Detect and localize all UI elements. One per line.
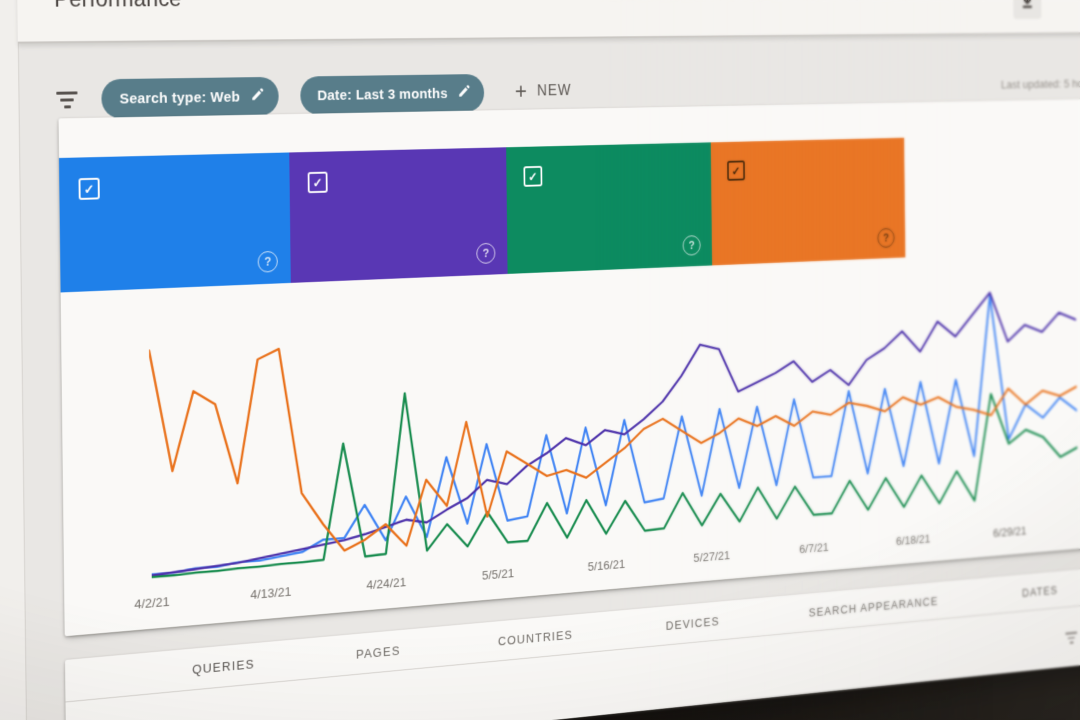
metric-cards: ✓? ✓? ✓? ✓? [58, 133, 1080, 293]
metric-value [79, 207, 272, 213]
pencil-icon [457, 84, 471, 103]
checkbox-checked-icon[interactable]: ✓ [78, 177, 100, 200]
photo-stage: Performance Search type: Web [0, 0, 1080, 720]
help-circle-icon[interactable]: ? [877, 227, 895, 248]
tab-search-appearance[interactable]: SEARCH APPEARANCE [809, 594, 939, 619]
tab-queries[interactable]: QUERIES [192, 657, 255, 677]
export-button[interactable] [1013, 0, 1042, 20]
plus-icon: + [514, 78, 527, 105]
x-tick-label: 4/2/21 [134, 594, 170, 612]
download-icon [1020, 0, 1035, 13]
checkbox-checked-icon[interactable]: ✓ [307, 171, 328, 194]
last-updated-text: Last updated: 5 hour [1000, 76, 1080, 91]
search-console-screen: Performance Search type: Web [0, 0, 1080, 720]
filter-chip-label: Search type: Web [119, 88, 241, 107]
filter-chip-search-type[interactable]: Search type: Web [101, 76, 279, 119]
x-tick-label: 5/5/21 [481, 565, 515, 583]
metric-value [727, 187, 889, 192]
new-filter-button[interactable]: + NEW [514, 78, 572, 105]
filter-chip-date[interactable]: Date: Last 3 months [299, 73, 485, 115]
filter-icon[interactable] [1065, 631, 1078, 644]
filter-chip-label: Date: Last 3 months [317, 85, 448, 104]
tab-devices[interactable]: DEVICES [666, 614, 720, 633]
tab-countries[interactable]: COUNTRIES [498, 628, 573, 649]
help-circle-icon[interactable]: ? [476, 242, 496, 264]
x-tick-label: 6/18/21 [895, 531, 931, 548]
x-tick-label: 4/24/21 [366, 574, 407, 593]
help-circle-icon[interactable]: ? [682, 235, 701, 256]
x-tick-label: 4/13/21 [250, 584, 292, 602]
performance-panel: ✓? ✓? ✓? ✓? 4/2/21 4/13/21 4/24/21 5/5/21 5/16/… [58, 98, 1080, 637]
new-filter-label: NEW [536, 82, 572, 100]
x-tick-label: 6/29/21 [992, 523, 1027, 540]
filter-list-icon[interactable] [55, 90, 78, 108]
x-tick-label: 5/16/21 [587, 556, 626, 574]
tab-dates[interactable]: DATES [1022, 583, 1058, 599]
metric-card-average-position[interactable]: ✓? [710, 137, 906, 266]
checkbox-checked-icon[interactable]: ✓ [727, 160, 745, 181]
pencil-icon [250, 87, 265, 107]
sidebar-edge [0, 0, 28, 720]
x-tick-label: 5/27/21 [693, 548, 730, 565]
metric-card-average-ctr[interactable]: ✓? [506, 142, 713, 274]
page-title: Performance [54, 0, 182, 13]
x-tick-label: 6/7/21 [799, 540, 829, 556]
metric-value [308, 200, 490, 206]
series-average-position [149, 305, 1078, 566]
metric-card-total-impressions[interactable]: ✓? [289, 147, 508, 283]
metric-value [524, 194, 695, 199]
metric-card-total-clicks[interactable]: ✓? [58, 152, 291, 293]
help-circle-icon[interactable]: ? [257, 250, 278, 273]
tab-pages[interactable]: PAGES [356, 643, 401, 661]
page-header: Performance [16, 0, 1080, 44]
checkbox-checked-icon[interactable]: ✓ [523, 165, 543, 187]
